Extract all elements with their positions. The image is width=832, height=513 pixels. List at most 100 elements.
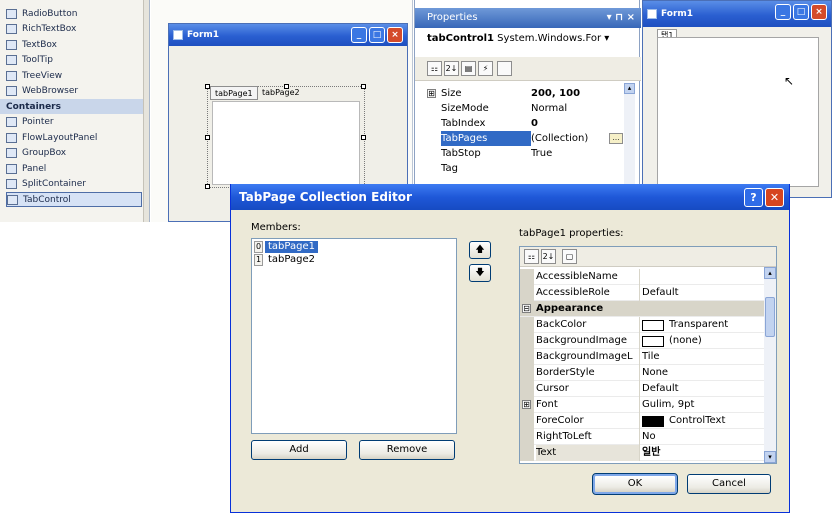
- alphabetical-icon[interactable]: 2↓: [444, 61, 459, 76]
- property-row[interactable]: BackgroundImageL Tile: [520, 349, 764, 365]
- property-value[interactable]: Default: [642, 381, 760, 397]
- property-value[interactable]: Tile: [642, 349, 760, 365]
- toolbox-item[interactable]: ToolTip: [6, 53, 142, 68]
- toolbox-item[interactable]: FlowLayoutPanel: [6, 130, 142, 145]
- form1-title-bar[interactable]: Form1 _ □ ×: [169, 24, 407, 46]
- categorized-icon[interactable]: ⚏: [524, 249, 539, 264]
- toolbox-item[interactable]: GroupBox: [6, 146, 142, 161]
- resize-handle[interactable]: [361, 84, 366, 89]
- expand-icon[interactable]: ⊞: [522, 400, 531, 409]
- property-row[interactable]: ⊞ Font Gulim, 9pt: [520, 397, 764, 413]
- property-value[interactable]: Transparent: [642, 317, 760, 333]
- toolbox-item[interactable]: TabControl: [6, 192, 142, 207]
- property-value[interactable]: True: [531, 146, 627, 161]
- events-icon[interactable]: ⚡: [478, 61, 493, 76]
- ok-button[interactable]: OK: [592, 473, 678, 495]
- close-icon[interactable]: ×: [387, 27, 403, 43]
- properties-title-bar[interactable]: Properties ▾ ⊓ ×: [415, 8, 641, 28]
- help-icon[interactable]: ?: [744, 188, 763, 207]
- scroll-up-icon[interactable]: ▴: [624, 83, 635, 94]
- resize-handle[interactable]: [205, 184, 210, 189]
- category-row[interactable]: ⊟ Appearance: [520, 301, 764, 317]
- toolbox-item[interactable]: WebBrowser: [6, 84, 142, 99]
- resize-handle[interactable]: [205, 135, 210, 140]
- property-row[interactable]: Tag: [427, 161, 627, 176]
- property-row[interactable]: TabIndex 0: [427, 116, 627, 131]
- maximize-icon[interactable]: □: [793, 4, 809, 20]
- form2-title-bar[interactable]: Form1 _ □ ×: [643, 1, 831, 27]
- tab-control-designer[interactable]: tabPage1 tabPage2: [205, 84, 366, 189]
- property-value[interactable]: 일반: [642, 445, 760, 461]
- property-pages-icon[interactable]: ▢: [562, 249, 577, 264]
- minimize-icon[interactable]: _: [775, 4, 791, 20]
- property-row[interactable]: Text 일반: [520, 445, 764, 461]
- move-down-button[interactable]: 🡇: [469, 264, 491, 282]
- maximize-icon[interactable]: □: [369, 27, 385, 43]
- add-button[interactable]: Add: [251, 440, 347, 460]
- property-row[interactable]: RightToLeft No: [520, 429, 764, 445]
- property-value[interactable]: No: [642, 429, 760, 445]
- toolbox-scrollbar[interactable]: [143, 0, 149, 222]
- property-row[interactable]: TabPages (Collection)…: [427, 131, 627, 146]
- close-icon[interactable]: ✕: [765, 188, 784, 207]
- members-list[interactable]: 0 tabPage1 1 tabPage2: [251, 238, 457, 434]
- property-value[interactable]: None: [642, 365, 760, 381]
- resize-handle[interactable]: [205, 84, 210, 89]
- property-grid-scrollbar[interactable]: ▴ ▾: [764, 267, 776, 463]
- toolbox-section-containers[interactable]: Containers: [0, 99, 149, 114]
- pane-buttons-icon[interactable]: ▾ ⊓ ×: [607, 8, 635, 28]
- toolbox-item[interactable]: TreeView: [6, 68, 142, 83]
- toolbox-item[interactable]: Pointer: [6, 115, 142, 130]
- dialog-title-bar[interactable]: TabPage Collection Editor ? ✕: [231, 184, 789, 210]
- form2-title: Form1: [661, 9, 694, 19]
- scroll-down-icon[interactable]: ▾: [764, 451, 776, 463]
- dropdown-arrow-icon[interactable]: ▾: [604, 33, 609, 44]
- minimize-icon[interactable]: _: [351, 27, 367, 43]
- expand-icon[interactable]: ⊞: [427, 89, 436, 98]
- property-value[interactable]: Default: [642, 285, 760, 301]
- tabpage-property-grid[interactable]: ⚏ 2↓ ▢ AccessibleName AccessibleRole Defau…: [519, 246, 777, 464]
- tab-tabpage2[interactable]: tabPage2: [258, 86, 304, 100]
- property-value[interactable]: 0: [531, 116, 627, 131]
- property-row[interactable]: BackgroundImage (none): [520, 333, 764, 349]
- toolbox-item[interactable]: RichTextBox: [6, 22, 142, 37]
- property-row[interactable]: SizeMode Normal: [427, 101, 627, 116]
- toolbox-item[interactable]: Panel: [6, 161, 142, 176]
- property-value[interactable]: ControlText: [642, 413, 760, 429]
- scroll-thumb[interactable]: [765, 297, 775, 337]
- property-row[interactable]: ⊞ Size 200, 100: [427, 86, 627, 101]
- resize-handle[interactable]: [284, 84, 289, 89]
- property-row[interactable]: TabStop True: [427, 146, 627, 161]
- categorized-icon[interactable]: ⚏: [427, 61, 442, 76]
- list-item[interactable]: 0 tabPage1: [254, 241, 318, 253]
- property-pages-icon[interactable]: ▤: [461, 61, 476, 76]
- ellipsis-button[interactable]: …: [609, 133, 623, 144]
- close-icon[interactable]: ×: [811, 4, 827, 20]
- property-value[interactable]: Gulim, 9pt: [642, 397, 760, 413]
- scroll-up-icon[interactable]: ▴: [764, 267, 776, 279]
- property-value[interactable]: Normal: [531, 101, 627, 116]
- expand-icon[interactable]: ⊟: [522, 304, 531, 313]
- cancel-button[interactable]: Cancel: [687, 474, 771, 494]
- property-row[interactable]: AccessibleRole Default: [520, 285, 764, 301]
- toolbox-item[interactable]: TextBox: [6, 37, 142, 52]
- alphabetical-icon[interactable]: 2↓: [541, 249, 556, 264]
- remove-button[interactable]: Remove: [359, 440, 455, 460]
- blank-icon[interactable]: [497, 61, 512, 76]
- property-row[interactable]: AccessibleName: [520, 269, 764, 285]
- object-selector[interactable]: tabControl1 System.Windows.For ▾: [427, 33, 609, 44]
- property-value[interactable]: (none): [642, 333, 760, 349]
- property-row[interactable]: BackColor Transparent: [520, 317, 764, 333]
- toolbox-item-label: GroupBox: [22, 148, 67, 158]
- property-row[interactable]: Cursor Default: [520, 381, 764, 397]
- property-value[interactable]: 200, 100: [531, 86, 627, 101]
- toolbox-item[interactable]: SplitContainer: [6, 177, 142, 192]
- move-up-button[interactable]: 🡅: [469, 241, 491, 259]
- list-item[interactable]: 1 tabPage2: [254, 254, 318, 266]
- property-row[interactable]: BorderStyle None: [520, 365, 764, 381]
- tab-tabpage1[interactable]: tabPage1: [210, 86, 258, 100]
- form1-runtime-window[interactable]: Form1 _ □ × 탭1 ↖: [642, 0, 832, 198]
- toolbox-item[interactable]: RadioButton: [6, 6, 142, 21]
- property-row[interactable]: ForeColor ControlText: [520, 413, 764, 429]
- resize-handle[interactable]: [361, 135, 366, 140]
